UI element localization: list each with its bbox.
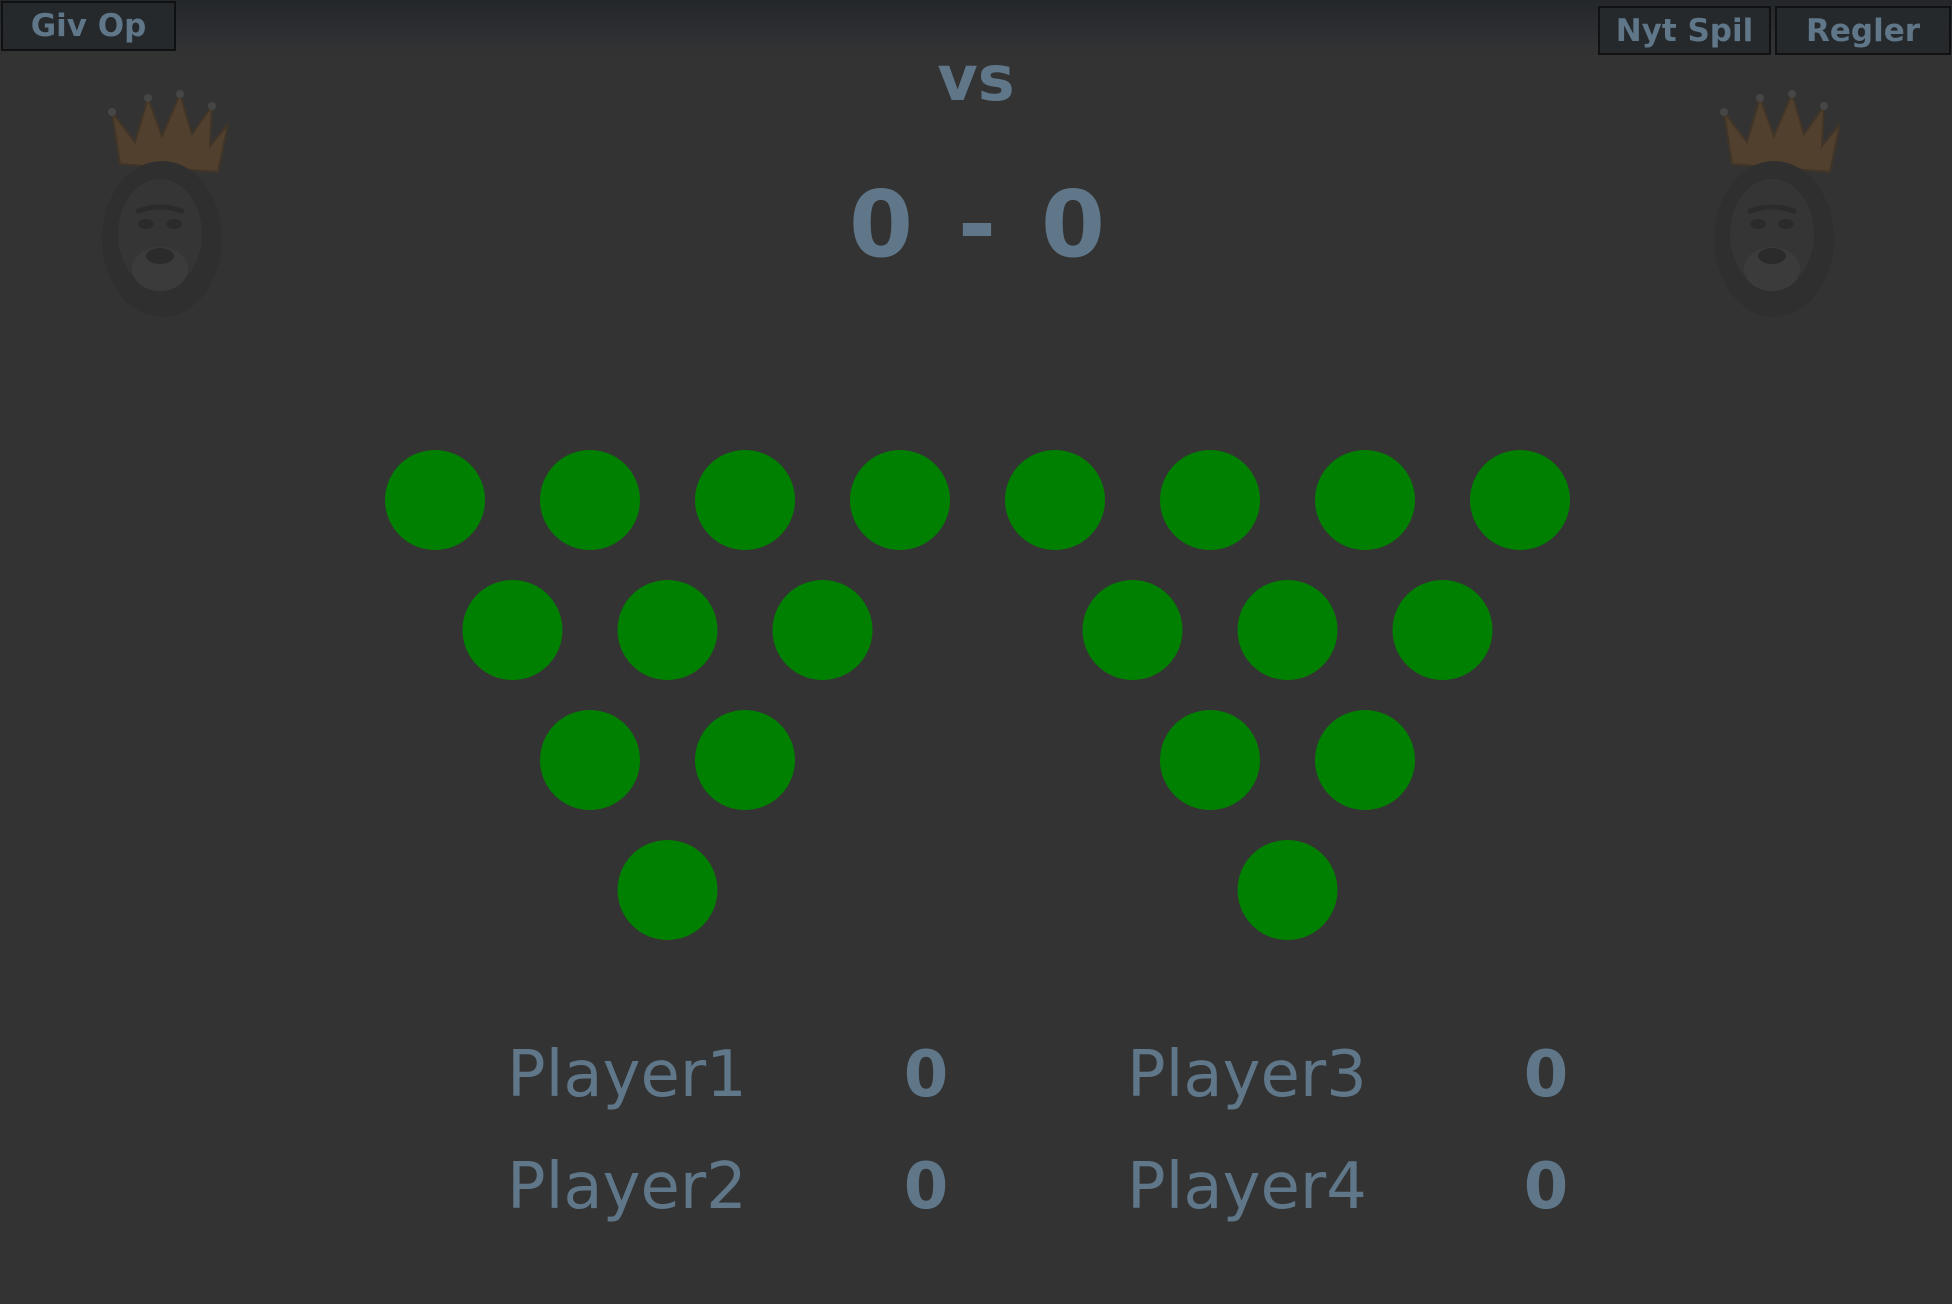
player-name: Player1	[507, 1038, 747, 1112]
player-score: 0	[903, 1038, 949, 1112]
cup[interactable]	[1315, 710, 1415, 810]
cup[interactable]	[1160, 450, 1260, 550]
player-score: 0	[1523, 1150, 1569, 1224]
cup-racks	[385, 450, 1570, 940]
cup[interactable]	[1237, 580, 1338, 680]
cup[interactable]	[850, 450, 950, 550]
cup[interactable]	[385, 450, 485, 550]
cup[interactable]	[1315, 450, 1415, 550]
player-score: 0	[903, 1150, 949, 1224]
cup[interactable]	[1005, 450, 1105, 550]
player-name: Player2	[507, 1150, 747, 1224]
cup[interactable]	[617, 840, 718, 940]
cup[interactable]	[1470, 450, 1570, 550]
player-name: Player3	[1127, 1038, 1367, 1112]
player-score: 0	[1523, 1038, 1569, 1112]
cup[interactable]	[772, 580, 873, 680]
cup[interactable]	[1082, 580, 1183, 680]
cup[interactable]	[1237, 840, 1338, 940]
cup[interactable]	[695, 710, 795, 810]
cup[interactable]	[695, 450, 795, 550]
cup[interactable]	[540, 710, 640, 810]
player-name: Player4	[1127, 1150, 1367, 1224]
cup[interactable]	[462, 580, 563, 680]
cup[interactable]	[1392, 580, 1493, 680]
cup[interactable]	[540, 450, 640, 550]
cup[interactable]	[617, 580, 718, 680]
cup[interactable]	[1160, 710, 1260, 810]
